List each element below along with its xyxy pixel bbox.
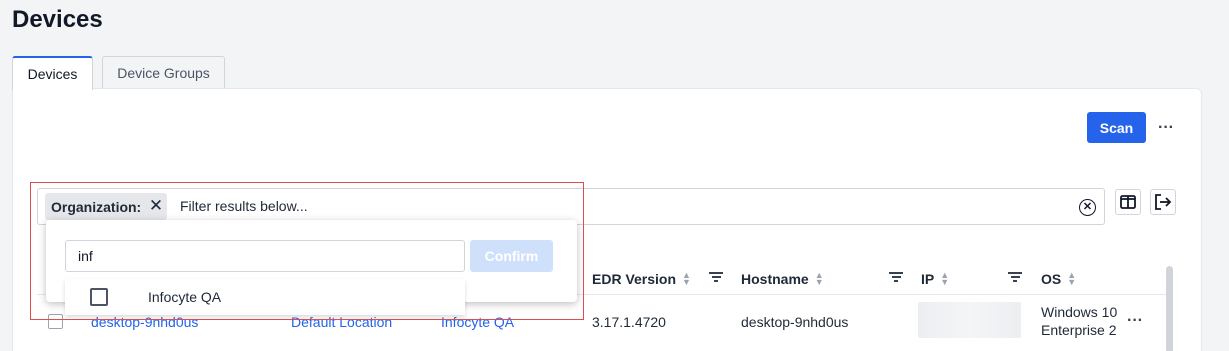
column-label: Hostname bbox=[741, 271, 809, 287]
filter-icon[interactable] bbox=[889, 270, 903, 284]
organization-link[interactable]: Infocyte QA bbox=[441, 314, 514, 330]
scan-button[interactable]: Scan bbox=[1087, 112, 1146, 143]
sort-icon[interactable]: ▲ ▼ bbox=[815, 271, 824, 287]
location-link[interactable]: Default Location bbox=[291, 314, 392, 330]
os-value-line2: Enterprise 2 bbox=[1041, 322, 1117, 338]
column-header-os[interactable]: OS ▲ ▼ bbox=[1041, 271, 1076, 288]
filter-icon[interactable] bbox=[709, 270, 723, 284]
tab-device-groups[interactable]: Device Groups bbox=[102, 56, 225, 89]
option-label: Infocyte QA bbox=[148, 289, 222, 305]
close-icon[interactable]: ✕ bbox=[148, 197, 164, 214]
filter-placeholder: Filter results below... bbox=[180, 198, 308, 214]
sort-icon[interactable]: ▲ ▼ bbox=[940, 271, 949, 287]
clear-circle-icon[interactable]: ✕ bbox=[1079, 199, 1096, 216]
sort-icon[interactable]: ▲ ▼ bbox=[1067, 271, 1076, 287]
hostname-value: desktop-9nhd0us bbox=[741, 314, 849, 330]
dropdown-option[interactable] bbox=[65, 279, 465, 315]
option-checkbox[interactable] bbox=[90, 288, 108, 306]
organization-search-input[interactable] bbox=[65, 240, 465, 272]
column-header-hostname[interactable]: Hostname ▲ ▼ bbox=[741, 271, 824, 288]
os-value-line1: Windows 10 bbox=[1041, 304, 1117, 320]
row-more-icon[interactable]: ··· bbox=[1127, 313, 1143, 329]
column-header-ip[interactable]: IP ▲ ▼ bbox=[921, 271, 949, 288]
columns-icon[interactable] bbox=[1115, 189, 1141, 215]
confirm-button[interactable]: Confirm bbox=[470, 240, 553, 272]
export-icon[interactable] bbox=[1150, 189, 1176, 215]
column-label: IP bbox=[921, 271, 935, 287]
column-header-edr-version[interactable]: EDR Version ▲ ▼ bbox=[592, 271, 691, 288]
device-name-link[interactable]: desktop-9nhd0us bbox=[91, 314, 198, 330]
column-label: EDR Version bbox=[592, 271, 677, 287]
ip-redacted bbox=[918, 302, 1021, 338]
row-checkbox[interactable] bbox=[48, 314, 63, 329]
tab-devices[interactable]: Devices bbox=[12, 56, 93, 90]
filter-icon[interactable] bbox=[1008, 270, 1022, 284]
column-label: OS bbox=[1041, 271, 1062, 287]
sort-icon[interactable]: ▲ ▼ bbox=[682, 271, 691, 287]
edr-version-value: 3.17.1.4720 bbox=[592, 314, 666, 330]
chip-label: Organization: bbox=[51, 198, 142, 215]
page-title: Devices bbox=[12, 6, 103, 33]
more-options-icon[interactable]: ··· bbox=[1158, 120, 1174, 136]
scrollbar[interactable] bbox=[1166, 266, 1173, 351]
